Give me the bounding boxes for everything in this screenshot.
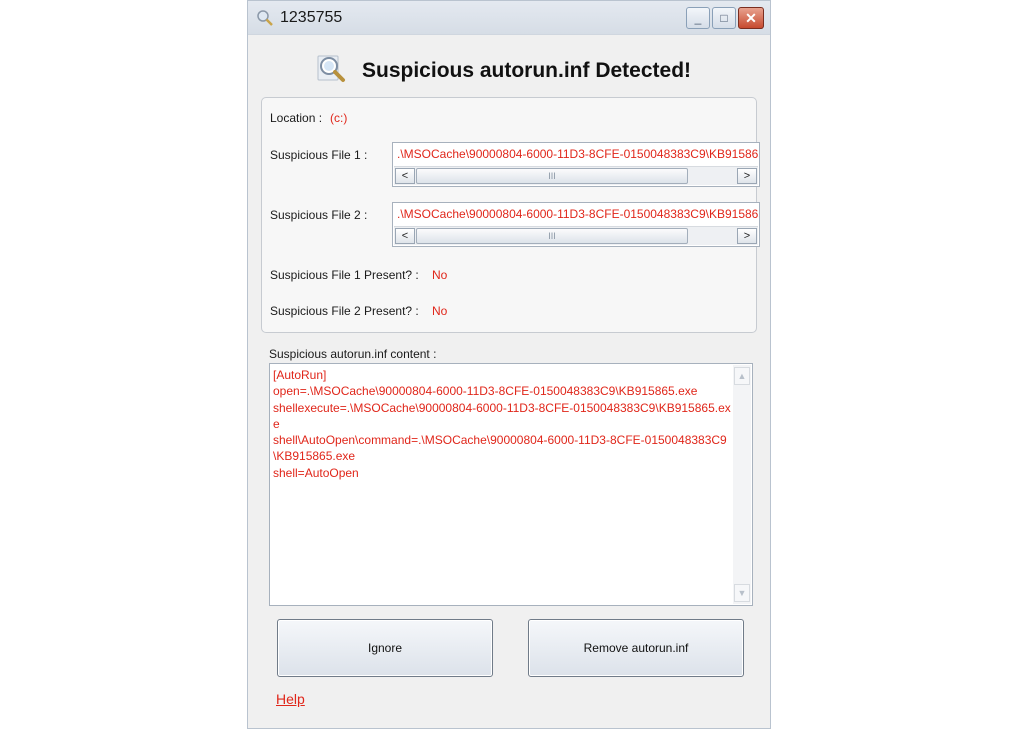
autorun-content-text[interactable]: [AutoRun] open=.\MSOCache\90000804-6000-… (273, 367, 731, 481)
magnifier-icon (316, 53, 346, 83)
scroll-up-icon[interactable]: ▲ (734, 367, 750, 385)
magnifier-icon (256, 9, 274, 27)
autorun-content-label: Suspicious autorun.inf content : (269, 347, 437, 361)
scroll-down-icon[interactable]: ▼ (734, 584, 750, 602)
help-link[interactable]: Help (276, 691, 305, 707)
dialog-heading: Suspicious autorun.inf Detected! (362, 59, 692, 82)
horizontal-scrollbar[interactable]: < III > (394, 166, 758, 185)
suspicious-file-2-value[interactable]: .\MSOCache\90000804-6000-11D3-8CFE-01500… (397, 207, 759, 221)
scroll-left-icon[interactable]: < (395, 228, 415, 244)
details-group: Location : (c:) Suspicious File 1 : .\MS… (261, 97, 760, 333)
suspicious-file-2-label: Suspicious File 2 : (270, 208, 368, 222)
vertical-scrollbar[interactable]: ▲ ▼ (733, 365, 751, 604)
file-1-present-value: No (432, 268, 448, 282)
location-label: Location : (270, 111, 323, 125)
suspicious-file-1-label: Suspicious File 1 : (270, 148, 368, 162)
suspicious-file-2-field[interactable]: .\MSOCache\90000804-6000-11D3-8CFE-01500… (392, 202, 760, 247)
ignore-button[interactable]: Ignore (277, 619, 493, 677)
file-2-present-value: No (432, 304, 448, 318)
maximize-button[interactable]: □ (712, 7, 736, 29)
file-2-present-label: Suspicious File 2 Present? : (270, 304, 419, 318)
scroll-right-icon[interactable]: > (737, 168, 757, 184)
window-title: 1235755 (280, 9, 343, 26)
scroll-right-icon[interactable]: > (737, 228, 757, 244)
close-button[interactable]: ✕ (738, 7, 764, 29)
scroll-thumb[interactable]: III (416, 168, 688, 184)
scroll-left-icon[interactable]: < (395, 168, 415, 184)
autorun-content-textbox[interactable]: [AutoRun] open=.\MSOCache\90000804-6000-… (269, 363, 753, 606)
location-value: (c:) (330, 111, 348, 125)
minimize-button[interactable]: _ (686, 7, 710, 29)
file-1-present-label: Suspicious File 1 Present? : (270, 268, 419, 282)
dialog-window: 1235755 _ □ ✕ Suspicious autorun.inf Det… (247, 0, 771, 729)
scroll-thumb[interactable]: III (416, 228, 688, 244)
title-bar[interactable]: 1235755 _ □ ✕ (248, 1, 770, 35)
suspicious-file-1-field[interactable]: .\MSOCache\90000804-6000-11D3-8CFE-01500… (392, 142, 760, 187)
remove-autorun-button[interactable]: Remove autorun.inf (528, 619, 744, 677)
horizontal-scrollbar[interactable]: < III > (394, 226, 758, 245)
suspicious-file-1-value[interactable]: .\MSOCache\90000804-6000-11D3-8CFE-01500… (397, 147, 759, 161)
